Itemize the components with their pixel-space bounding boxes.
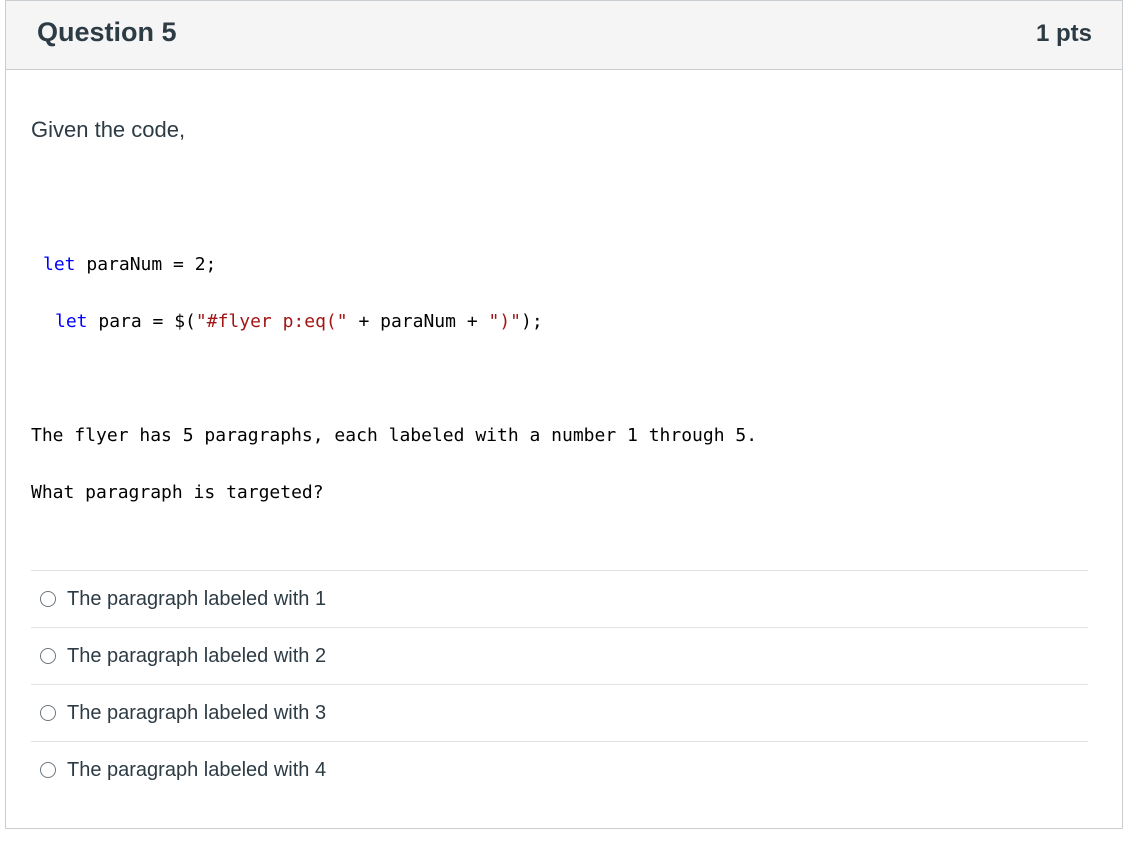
code-keyword: let [43,254,76,275]
answer-label[interactable]: The paragraph labeled with 3 [67,702,326,725]
radio-button[interactable] [40,648,56,664]
code-line-1: let paraNum = 2; [43,254,216,275]
code-string: "#flyer p:eq(" [195,311,348,332]
question-intro: Given the code, [31,117,186,142]
code-text: para = $( [87,311,196,332]
question-prompt: What paragraph is targeted? [31,482,324,503]
answer-list: The paragraph labeled with 1 The paragra… [31,570,1088,798]
question-header: Question 5 1 pts [6,1,1122,70]
code-text: + paraNum + [347,311,489,332]
code-text: ); [521,311,543,332]
question-points: 1 pts [1035,20,1092,47]
code-string: ")" [488,311,522,332]
answer-option-4[interactable]: The paragraph labeled with 4 [31,741,1088,798]
code-line-2: let para = $("#flyer p:eq(" + paraNum + … [55,311,543,332]
code-keyword: let [55,311,88,332]
answer-label[interactable]: The paragraph labeled with 4 [67,759,326,782]
answer-option-2[interactable]: The paragraph labeled with 2 [31,627,1088,684]
radio-button[interactable] [40,591,56,607]
answer-label[interactable]: The paragraph labeled with 1 [67,588,326,611]
answer-option-1[interactable]: The paragraph labeled with 1 [31,570,1088,627]
radio-button[interactable] [40,705,56,721]
question-description: The flyer has 5 paragraphs, each labeled… [31,425,758,446]
code-text: paraNum = 2; [75,254,217,275]
answer-option-3[interactable]: The paragraph labeled with 3 [31,684,1088,741]
radio-button[interactable] [40,762,56,778]
answer-label[interactable]: The paragraph labeled with 2 [67,645,326,668]
question-title: Question 5 [37,17,177,47]
